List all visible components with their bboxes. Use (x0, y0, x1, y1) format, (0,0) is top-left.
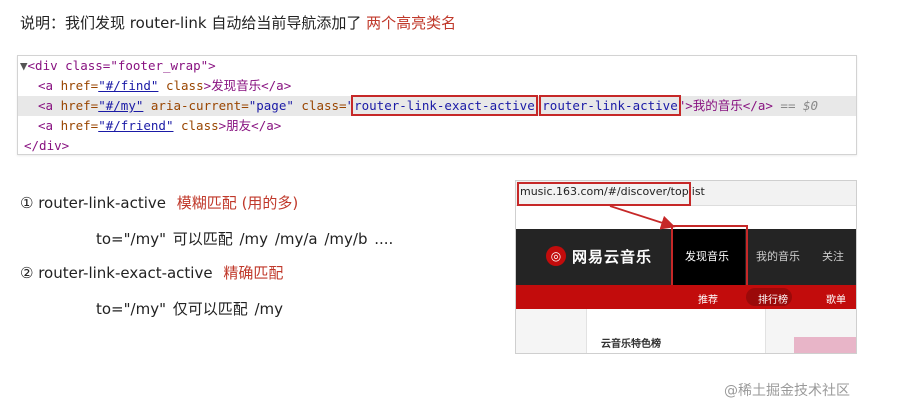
watermark: @稀土掘金技术社区 (724, 383, 850, 399)
url-to-nav-arrow (609, 205, 676, 230)
arrow-overlay (609, 205, 676, 230)
